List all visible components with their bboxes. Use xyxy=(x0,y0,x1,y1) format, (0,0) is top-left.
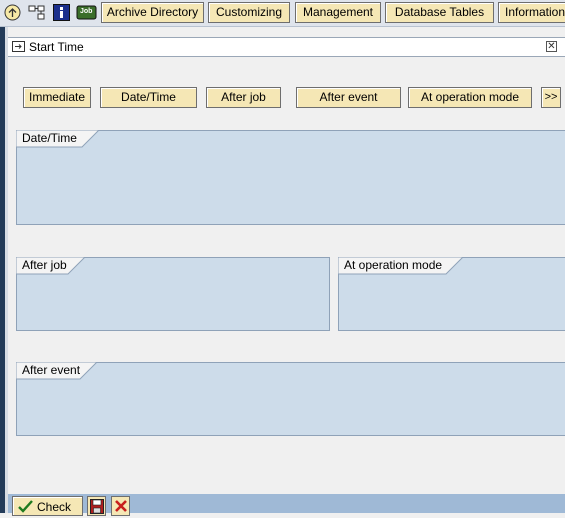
application-toolbar: Job Archive Directory Customizing Manage… xyxy=(0,0,565,27)
hierarchy-icon[interactable] xyxy=(27,3,46,22)
save-button[interactable] xyxy=(87,496,106,516)
more-options-button[interactable]: >> xyxy=(541,87,561,108)
datetime-group-label: Date/Time xyxy=(22,131,77,145)
information-button[interactable]: Information xyxy=(498,2,565,23)
afterjob-group-label: After job xyxy=(22,258,67,272)
date-time-button[interactable]: Date/Time xyxy=(100,87,197,108)
check-button-label: Check xyxy=(37,500,72,514)
archive-directory-button[interactable]: Archive Directory xyxy=(101,2,204,23)
check-button[interactable]: Check xyxy=(12,496,83,516)
after-job-button[interactable]: After job xyxy=(206,87,281,108)
afterevent-group: After event xyxy=(16,362,565,436)
job-icon[interactable]: Job xyxy=(76,3,97,22)
database-tables-button[interactable]: Database Tables xyxy=(385,2,494,23)
dialog-title: Start Time xyxy=(29,40,84,54)
opmode-group: At operation mode xyxy=(338,257,565,331)
after-event-button[interactable]: After event xyxy=(296,87,401,108)
dialog-footer: Check xyxy=(8,494,565,516)
checkmark-icon xyxy=(18,500,33,518)
immediate-button[interactable]: Immediate xyxy=(23,87,91,108)
datetime-group: Date/Time xyxy=(16,130,565,225)
start-time-dialog: Start Time ✕ Immediate Date/Time After j… xyxy=(8,37,565,516)
tree-icon[interactable] xyxy=(3,3,22,22)
close-icon[interactable]: ✕ xyxy=(546,41,557,52)
save-icon xyxy=(90,499,104,517)
dialog-titlebar[interactable]: Start Time ✕ xyxy=(8,37,565,57)
at-operation-mode-button[interactable]: At operation mode xyxy=(408,87,532,108)
customizing-button[interactable]: Customizing xyxy=(208,2,290,23)
opmode-group-label: At operation mode xyxy=(344,258,443,272)
afterevent-group-label: After event xyxy=(22,363,81,377)
job-icon-text: Job xyxy=(80,8,93,15)
management-button[interactable]: Management xyxy=(295,2,381,23)
afterjob-group: After job xyxy=(16,257,330,331)
info-icon[interactable] xyxy=(52,3,71,22)
dialog-window-icon xyxy=(12,41,25,52)
cancel-button[interactable] xyxy=(111,496,130,516)
